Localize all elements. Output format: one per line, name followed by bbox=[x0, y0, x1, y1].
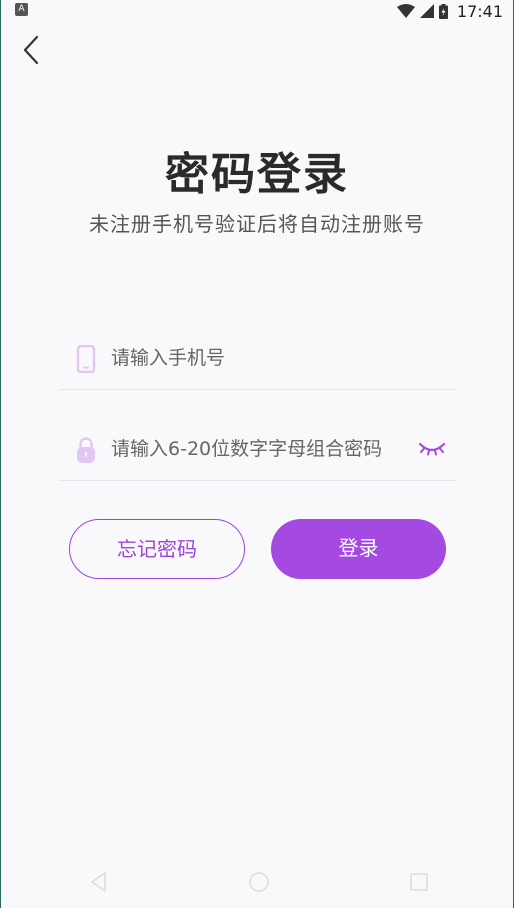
system-nav-bar bbox=[1, 858, 513, 908]
login-button[interactable]: 登录 bbox=[271, 519, 446, 579]
password-visibility-toggle[interactable] bbox=[417, 436, 447, 460]
wifi-icon bbox=[396, 4, 415, 18]
app-notification-icon: A bbox=[15, 3, 28, 16]
password-input[interactable] bbox=[111, 432, 411, 466]
nav-home-icon[interactable] bbox=[247, 870, 271, 894]
back-button[interactable] bbox=[15, 32, 49, 68]
battery-icon bbox=[438, 3, 448, 19]
phone-field-row bbox=[59, 333, 457, 390]
lock-icon bbox=[77, 437, 95, 463]
nav-recent-icon[interactable] bbox=[407, 870, 431, 894]
phone-icon bbox=[76, 345, 96, 373]
page-title: 密码登录 bbox=[165, 149, 349, 200]
status-time: 17:41 bbox=[456, 1, 503, 21]
eye-closed-icon bbox=[418, 442, 446, 456]
forgot-password-button[interactable]: 忘记密码 bbox=[69, 519, 245, 579]
nav-back-icon[interactable] bbox=[87, 870, 111, 894]
login-screen: A 17:41 密码登录 未注册手机号验证后将自动注册账号 请输入手机号 忘记密… bbox=[0, 0, 514, 908]
chevron-left-icon bbox=[23, 35, 39, 65]
signal-icon bbox=[419, 4, 434, 18]
page-subtitle: 未注册手机号验证后将自动注册账号 bbox=[89, 212, 425, 236]
phone-input[interactable] bbox=[111, 341, 411, 375]
status-indicators: 17:41 bbox=[396, 0, 503, 22]
status-bar: A 17:41 bbox=[1, 0, 513, 22]
password-field-row bbox=[59, 424, 457, 481]
